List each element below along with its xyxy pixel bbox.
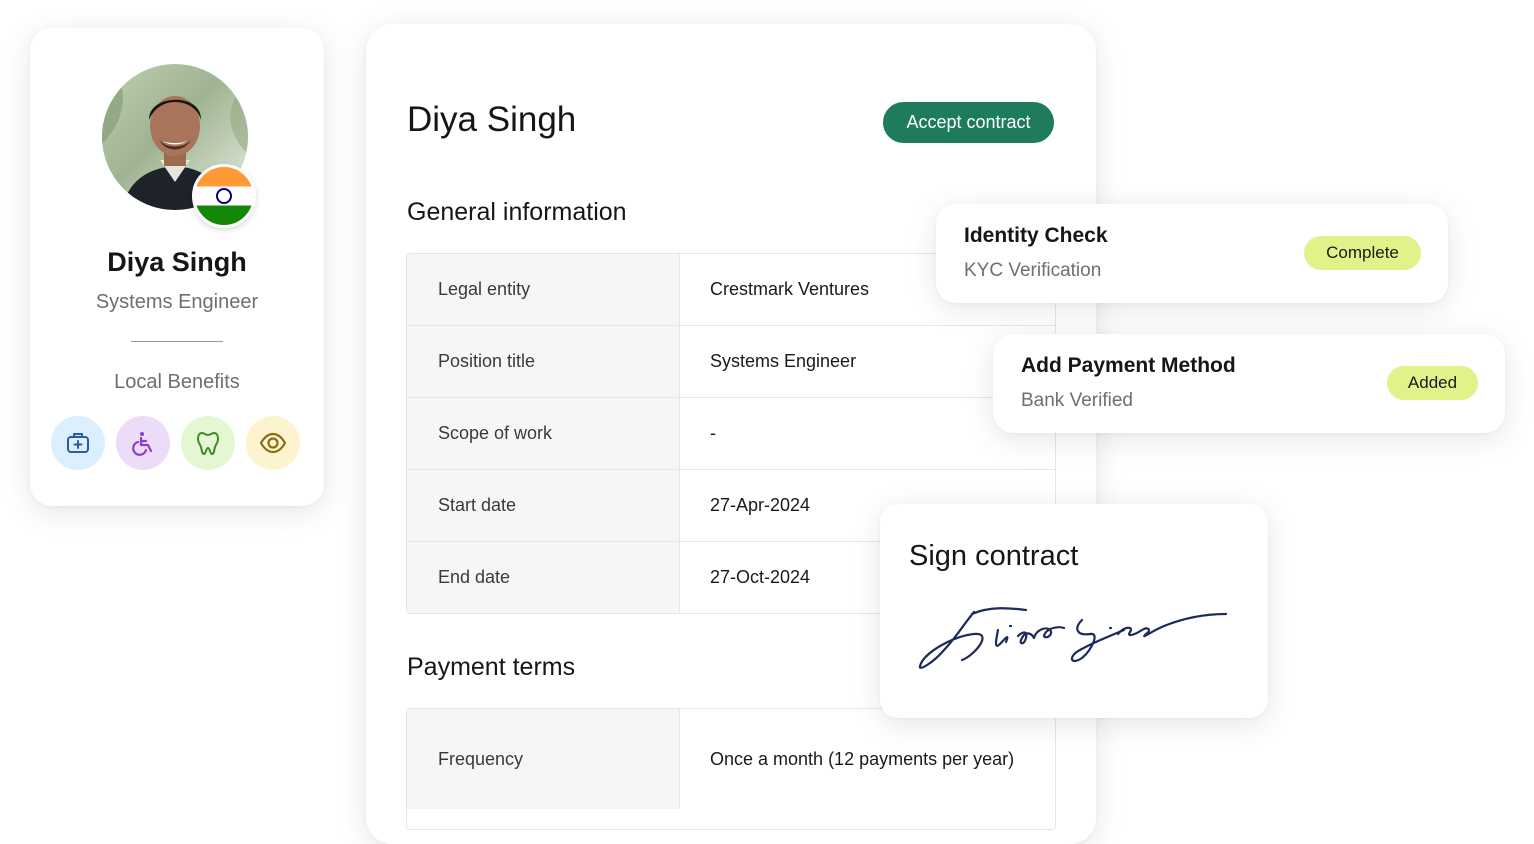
india-flag-icon bbox=[192, 164, 256, 228]
benefits-row bbox=[51, 416, 300, 470]
row-label: Frequency bbox=[407, 709, 680, 809]
payment-method-subtitle: Bank Verified bbox=[1021, 390, 1133, 411]
status-badge: Complete bbox=[1304, 236, 1421, 270]
accept-contract-button[interactable]: Accept contract bbox=[883, 102, 1054, 143]
profile-name: Diya Singh bbox=[107, 247, 247, 277]
row-label: Start date bbox=[407, 470, 680, 541]
sign-contract-title: Sign contract bbox=[909, 540, 1079, 572]
profile-card: Diya Singh Systems Engineer Local Benefi… bbox=[30, 28, 324, 506]
table-row: Position title Systems Engineer bbox=[407, 326, 1055, 398]
contract-card: Diya Singh Accept contract General infor… bbox=[366, 24, 1096, 844]
payment-terms-table: Frequency Once a month (12 payments per … bbox=[406, 708, 1056, 830]
signature-image[interactable] bbox=[914, 600, 1234, 680]
status-badge: Added bbox=[1387, 366, 1478, 400]
row-label: Position title bbox=[407, 326, 680, 397]
profile-role: Systems Engineer bbox=[95, 291, 259, 313]
row-value: Once a month (12 payments per year) bbox=[710, 748, 1015, 769]
ashoka-chakra-icon bbox=[216, 188, 232, 204]
identity-check-title: Identity Check bbox=[964, 224, 1108, 247]
table-row: Scope of work - bbox=[407, 398, 1055, 470]
wheelchair-icon[interactable] bbox=[116, 416, 170, 470]
table-row: Frequency Once a month (12 payments per … bbox=[407, 709, 1055, 809]
payment-terms-heading: Payment terms bbox=[407, 653, 576, 681]
eye-icon[interactable] bbox=[246, 416, 300, 470]
payment-method-card[interactable]: Add Payment Method Bank Verified Added bbox=[993, 334, 1505, 433]
row-label: Legal entity bbox=[407, 254, 680, 325]
local-benefits-label: Local Benefits bbox=[114, 371, 240, 393]
general-information-heading: General information bbox=[407, 198, 627, 226]
identity-check-subtitle: KYC Verification bbox=[964, 260, 1102, 281]
divider bbox=[131, 341, 223, 342]
contract-name: Diya Singh bbox=[407, 100, 577, 139]
avatar-wrapper bbox=[102, 64, 256, 228]
identity-check-card[interactable]: Identity Check KYC Verification Complete bbox=[936, 204, 1448, 303]
row-label: End date bbox=[407, 542, 680, 613]
payment-method-title: Add Payment Method bbox=[1021, 354, 1236, 377]
medical-kit-icon[interactable] bbox=[51, 416, 105, 470]
row-label: Scope of work bbox=[407, 398, 680, 469]
sign-contract-card[interactable]: Sign contract bbox=[880, 504, 1268, 718]
tooth-icon[interactable] bbox=[181, 416, 235, 470]
